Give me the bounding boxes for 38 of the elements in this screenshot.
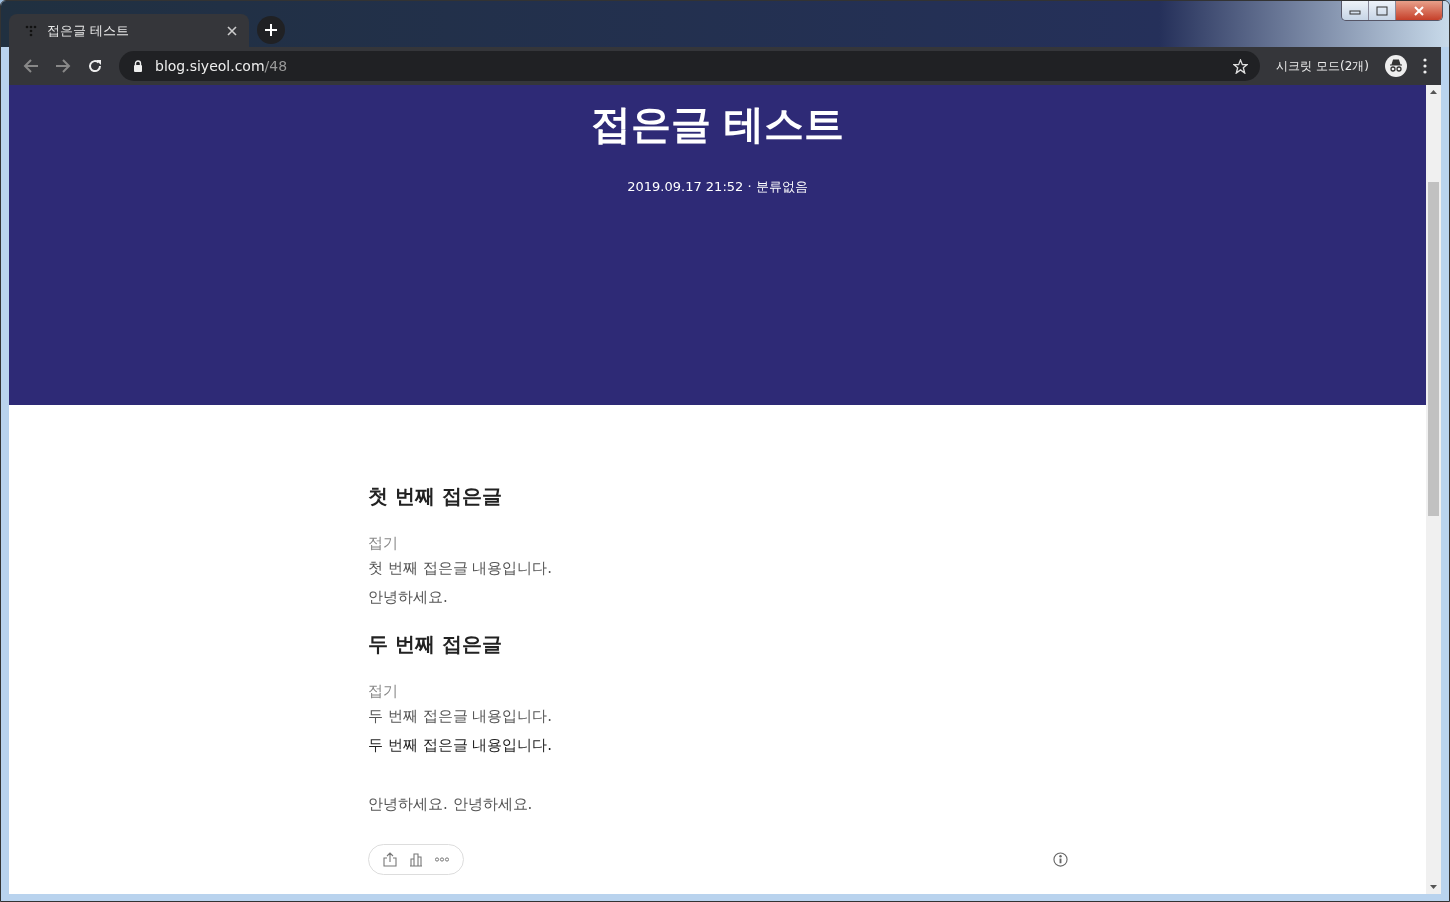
body-text: 안녕하세요. 안녕하세요.: [368, 795, 534, 814]
lock-icon: [133, 60, 143, 72]
close-icon[interactable]: [227, 25, 237, 36]
reload-icon[interactable]: [87, 58, 103, 74]
incognito-icon[interactable]: [1385, 55, 1407, 77]
fold-link[interactable]: 접기: [368, 682, 1068, 701]
maximize-icon[interactable]: [1376, 5, 1388, 16]
body-text: 두 번째 접은글 내용입니다.: [368, 736, 554, 755]
plus-icon[interactable]: [264, 23, 278, 37]
body-text: 안녕하세요.: [368, 588, 449, 607]
section-heading: 첫 번째 접은글: [368, 483, 503, 510]
tab-title: 접은글 테스트: [47, 21, 131, 40]
post-meta: 2019.09.17 21:52 · 분류없음: [627, 178, 808, 196]
maximize-button[interactable]: [1369, 1, 1396, 20]
star-icon[interactable]: [1233, 58, 1249, 74]
menu-icon[interactable]: [1423, 58, 1427, 74]
accessibility-icon[interactable]: [1053, 852, 1068, 867]
browser-tab[interactable]: 접은글 테스트: [9, 14, 249, 47]
body-text: 두 번째 접은글 내용입니다.: [368, 707, 554, 726]
url-text: blog.siyeol.com/48: [155, 58, 289, 74]
close-button[interactable]: [1396, 1, 1442, 20]
forward-arrow-icon[interactable]: [55, 58, 71, 74]
scrollbar-thumb[interactable]: [1428, 182, 1439, 516]
address-bar[interactable]: blog.siyeol.com/48: [119, 51, 1261, 81]
section-heading: 두 번째 접은글: [368, 631, 503, 658]
new-tab-button[interactable]: [257, 16, 285, 44]
more-icon[interactable]: [435, 857, 449, 862]
dots-icon: [25, 24, 37, 37]
post-title: 접은글 테스트: [590, 100, 845, 149]
fold-link[interactable]: 접기: [368, 534, 1068, 553]
up-arrow-icon[interactable]: [1430, 90, 1437, 94]
share-icon[interactable]: [383, 852, 397, 867]
incognito-label[interactable]: 시크릿 모드(2개): [1276, 57, 1369, 75]
minimize-button[interactable]: [1342, 1, 1369, 20]
down-arrow-icon[interactable]: [1430, 885, 1437, 889]
back-arrow-icon[interactable]: [23, 58, 39, 74]
bar-chart-icon[interactable]: [409, 852, 423, 867]
body-text: 첫 번째 접은글 내용입니다.: [368, 559, 554, 578]
